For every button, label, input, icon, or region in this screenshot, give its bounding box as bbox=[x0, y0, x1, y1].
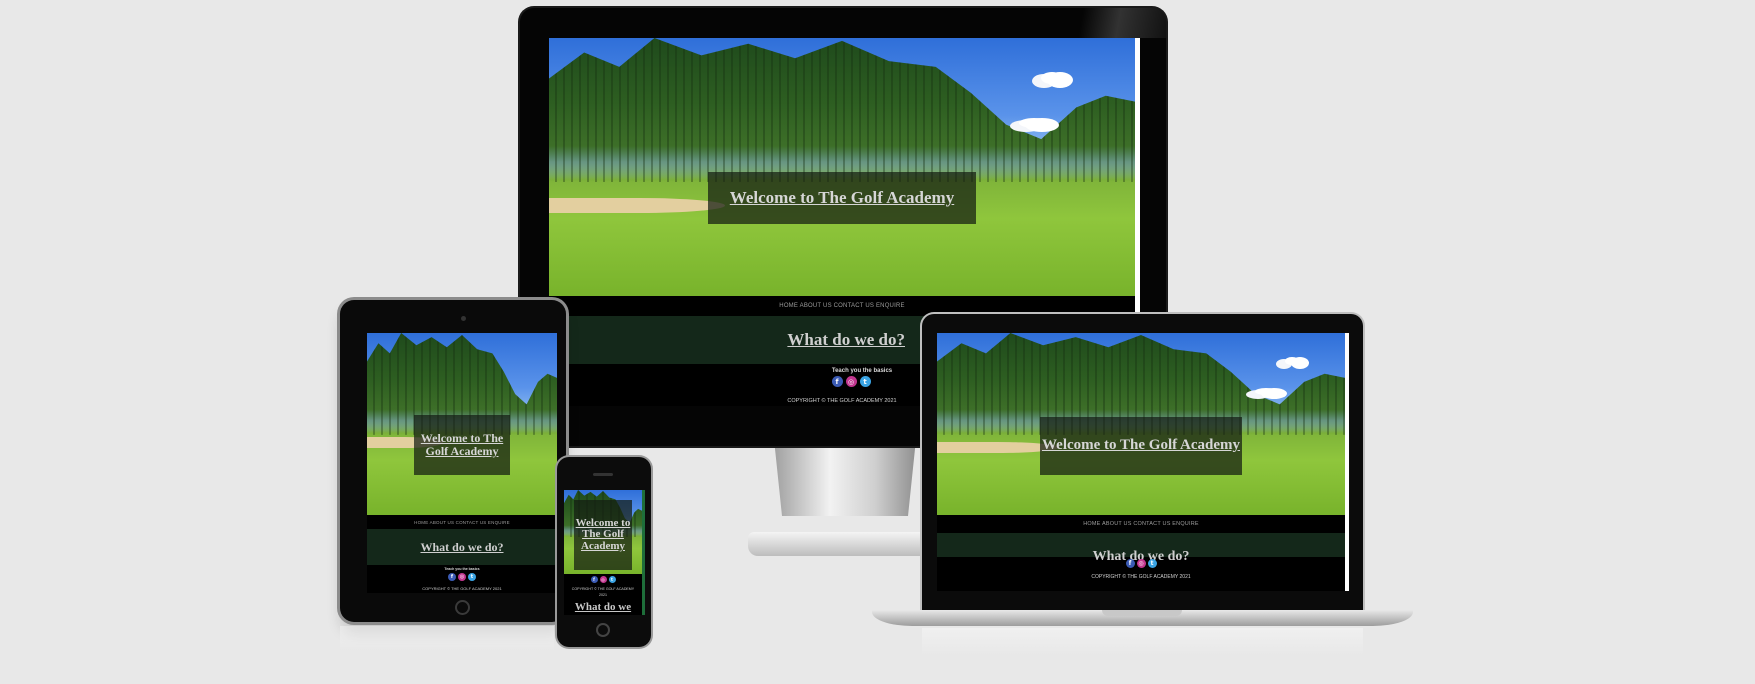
facebook-icon[interactable]: f bbox=[590, 576, 598, 583]
hero-title-box: Welcome to The Golf Academy bbox=[414, 415, 510, 475]
social-links: f ◎ t bbox=[367, 573, 557, 581]
instagram-icon[interactable]: ◎ bbox=[845, 376, 857, 387]
section-title[interactable]: What do we do? bbox=[420, 540, 503, 555]
laptop-screen-edge bbox=[1345, 333, 1349, 591]
hero-section: Welcome to The Golf Academy bbox=[564, 490, 642, 574]
copyright: COPYRIGHT © THE GOLF ACADEMY 2021 bbox=[571, 587, 635, 597]
hero-title-box: Welcome to The Golf Academy bbox=[574, 500, 632, 570]
main-nav[interactable]: HOME ABOUT US CONTACT US ENQUIRE bbox=[367, 515, 557, 529]
facebook-icon[interactable]: f bbox=[831, 376, 843, 387]
main-nav[interactable]: HOME ABOUT US CONTACT US ENQUIRE bbox=[937, 515, 1345, 533]
instagram-icon[interactable]: ◎ bbox=[599, 576, 607, 583]
instagram-icon[interactable]: ◎ bbox=[458, 573, 466, 581]
hero-section: Welcome to The Golf Academy bbox=[549, 38, 1135, 296]
cloud bbox=[1019, 118, 1049, 128]
laptop-reflection bbox=[922, 628, 1363, 656]
tablet-site: Welcome to The Golf Academy HOME ABOUT U… bbox=[367, 333, 557, 593]
phone-home-button[interactable] bbox=[596, 623, 610, 637]
main-nav[interactable]: HOME ABOUT US CONTACT US ENQUIRE bbox=[549, 296, 1135, 316]
bunker-image bbox=[549, 197, 725, 214]
hero-title[interactable]: Welcome to The Golf Academy bbox=[1042, 437, 1240, 454]
social-links: f ◎ t bbox=[564, 576, 642, 583]
what-we-do-band: What do we do? bbox=[937, 533, 1345, 564]
hero-title[interactable]: Welcome to The Golf Academy bbox=[730, 189, 954, 207]
monitor-stand-neck bbox=[774, 444, 916, 516]
monitor-stand-foot bbox=[748, 532, 940, 556]
phone-speaker bbox=[593, 473, 613, 476]
cloud bbox=[1255, 388, 1277, 395]
tablet-camera bbox=[461, 316, 466, 321]
tablet-reflection bbox=[340, 626, 554, 652]
social-links: f ◎ t bbox=[937, 559, 1345, 568]
laptop-notch bbox=[1102, 610, 1182, 616]
instagram-icon[interactable]: ◎ bbox=[1136, 559, 1146, 568]
twitter-icon[interactable]: t bbox=[859, 376, 871, 387]
hero-title[interactable]: Welcome to The Golf Academy bbox=[416, 432, 508, 457]
facebook-icon[interactable]: f bbox=[448, 573, 456, 581]
hero-title[interactable]: Welcome to The Golf Academy bbox=[574, 517, 632, 553]
hero-title-box: Welcome to The Golf Academy bbox=[708, 172, 976, 224]
hero-section: Welcome to The Golf Academy bbox=[937, 333, 1345, 515]
facebook-icon[interactable]: f bbox=[1125, 559, 1135, 568]
hero-section: Welcome to The Golf Academy bbox=[367, 333, 557, 515]
trees-image bbox=[549, 38, 1135, 183]
laptop-site: Welcome to The Golf Academy HOME ABOUT U… bbox=[937, 333, 1345, 591]
copyright: COPYRIGHT © THE GOLF ACADEMY 2021 bbox=[1091, 574, 1191, 580]
twitter-icon[interactable]: t bbox=[468, 573, 476, 581]
cloud bbox=[1041, 72, 1063, 84]
copyright: COPYRIGHT © THE GOLF ACADEMY 2021 bbox=[422, 586, 502, 591]
hero-title-box: Welcome to The Golf Academy bbox=[1040, 417, 1242, 475]
twitter-icon[interactable]: t bbox=[608, 576, 616, 583]
section-title-partial: What do we bbox=[574, 600, 632, 613]
what-we-do-band: What do we do? bbox=[367, 529, 557, 565]
section-title[interactable]: What do we do? bbox=[787, 330, 905, 350]
phone-site: Welcome to The Golf Academy f ◎ t COPYRI… bbox=[564, 490, 645, 615]
tagline: Teach you the basics bbox=[444, 567, 480, 571]
twitter-icon[interactable]: t bbox=[1147, 559, 1157, 568]
cloud bbox=[1285, 357, 1299, 365]
tablet-home-button[interactable] bbox=[455, 600, 470, 615]
